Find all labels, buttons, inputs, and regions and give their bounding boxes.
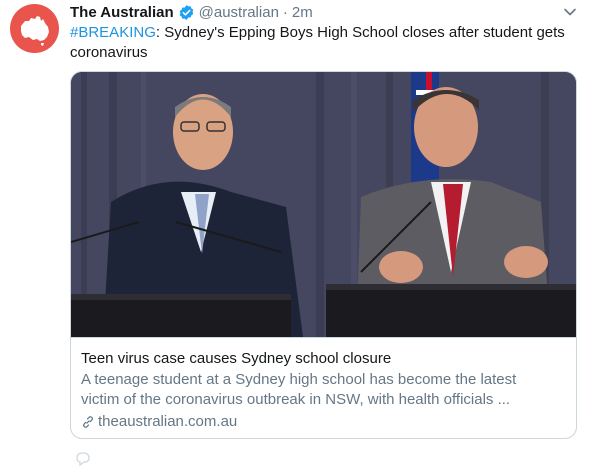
link-preview-card[interactable]: Teen virus case causes Sydney school clo…	[70, 71, 577, 439]
tweet-text: #BREAKING: Sydney's Epping Boys High Sch…	[70, 23, 575, 63]
tweet[interactable]: The Australian @australian · 2m #BREAKIN…	[0, 0, 600, 473]
reply-icon[interactable]	[74, 450, 92, 468]
separator-dot: ·	[282, 3, 288, 21]
tweet-timestamp[interactable]: 2m	[292, 4, 313, 21]
author-name[interactable]: The Australian	[70, 4, 174, 21]
card-title[interactable]: Teen virus case causes Sydney school clo…	[81, 349, 391, 369]
card-description: A teenage student at a Sydney high schoo…	[81, 370, 566, 410]
tweet-header: The Australian @australian · 2m	[70, 2, 313, 22]
chevron-down-icon[interactable]	[562, 4, 578, 20]
hashtag-link[interactable]: #BREAKING	[70, 24, 156, 41]
card-domain[interactable]: theaustralian.com.au	[81, 412, 237, 432]
card-description-line-1: A teenage student at a Sydney high schoo…	[81, 371, 517, 388]
press-conference-photo	[71, 72, 576, 337]
author-handle[interactable]: @australian	[199, 4, 279, 21]
card-image[interactable]	[71, 72, 576, 337]
card-body[interactable]: Teen virus case causes Sydney school clo…	[71, 337, 576, 438]
author-avatar[interactable]	[10, 4, 59, 53]
link-icon	[81, 415, 95, 429]
australia-map-icon	[21, 16, 49, 46]
card-description-line-2: victim of the coronavirus outbreak in NS…	[81, 391, 511, 408]
tweet-actions	[70, 450, 575, 473]
verified-badge-icon	[178, 4, 195, 21]
card-domain-text[interactable]: theaustralian.com.au	[98, 412, 237, 432]
